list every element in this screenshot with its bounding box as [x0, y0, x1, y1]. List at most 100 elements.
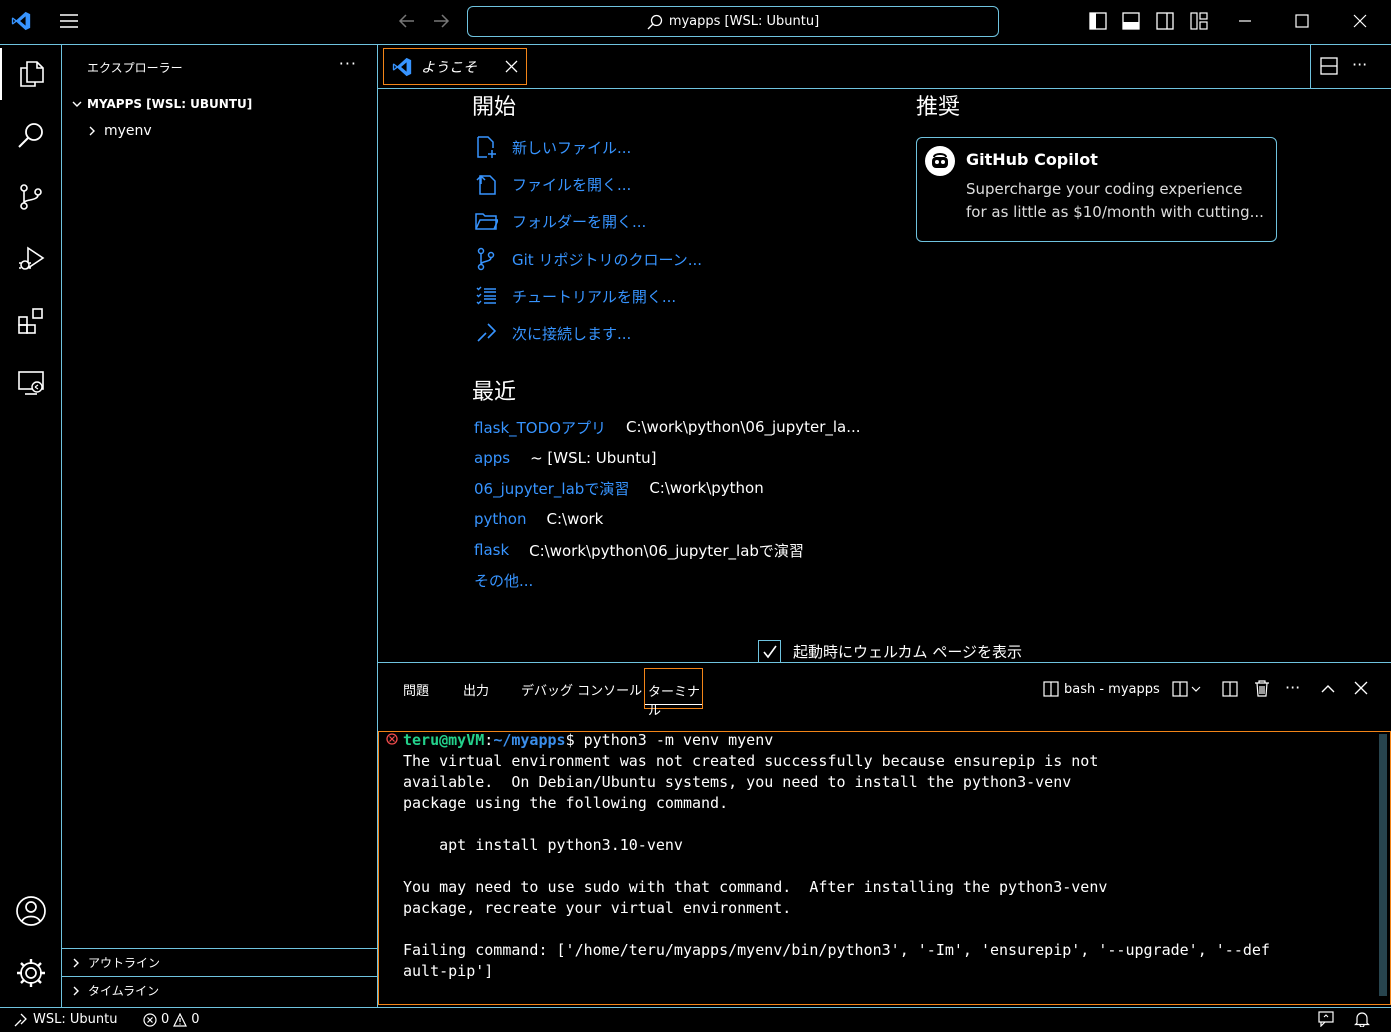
recent-item[interactable]: flask C:\work\python\06_jupyter_labで演習	[474, 538, 804, 562]
outline-section[interactable]: アウトライン	[62, 948, 377, 976]
start-tutorial[interactable]: チュートリアルを開く...	[474, 282, 676, 310]
settings-gear-icon[interactable]	[0, 947, 62, 999]
maximize-icon[interactable]	[1291, 10, 1313, 32]
split-editor-icon[interactable]	[1320, 57, 1338, 75]
tab-welcome[interactable]: ようこそ	[383, 48, 527, 85]
prompt-end: $	[565, 731, 584, 749]
forward-icon[interactable]	[430, 10, 452, 32]
recommend-heading: 推奨	[916, 95, 961, 120]
recent-item[interactable]: flask_TODOアプリ C:\work\python\06_jupyter_…	[474, 415, 861, 439]
extensions-icon[interactable]	[0, 295, 62, 347]
tab-label: ようこそ	[421, 59, 477, 76]
terminal-name[interactable]: bash - myapps	[1064, 682, 1160, 697]
toggle-secondary-sidebar-icon[interactable]	[1154, 10, 1176, 32]
error-icon	[143, 1012, 157, 1027]
close-window-icon[interactable]	[1349, 10, 1371, 32]
workspace-root[interactable]: MYAPPS [WSL: UBUNTU]	[62, 92, 377, 116]
tree-item-myenv[interactable]: myenv	[62, 119, 377, 143]
remote-indicator[interactable]: WSL: Ubuntu	[14, 1012, 117, 1027]
minimize-icon[interactable]	[1234, 10, 1256, 32]
editor-more-actions[interactable]: ···	[1352, 55, 1367, 74]
search-text: myapps [WSL: Ubuntu]	[668, 14, 820, 29]
search-icon[interactable]	[0, 110, 62, 162]
terminal-scrollbar[interactable]	[1379, 734, 1387, 996]
warning-count: 0	[191, 1012, 200, 1027]
terminal-prompt-line: teru@myVM:~/myapps$ python3 -m venv myen…	[403, 731, 773, 749]
kill-terminal-trash-icon[interactable]	[1254, 680, 1270, 697]
title-bar: myapps [WSL: Ubuntu]	[0, 0, 1391, 45]
outline-label: アウトライン	[88, 956, 161, 970]
checkmark-icon	[762, 645, 777, 658]
terminal-output-line: Failing command: ['/home/teru/myapps/mye…	[403, 941, 1270, 959]
tabs-divider	[1310, 45, 1311, 89]
sidebar-title: エクスプローラー	[87, 61, 183, 75]
new-terminal-split-icon[interactable]	[1172, 681, 1202, 697]
terminal-output-line: package using the following command.	[403, 794, 729, 812]
remote-label: WSL: Ubuntu	[33, 1012, 118, 1027]
source-control-icon[interactable]	[0, 171, 62, 223]
show-on-startup-label: 起動時にウェルカム ページを表示	[793, 643, 1023, 661]
prompt-path: ~/myapps	[493, 731, 566, 749]
warning-icon	[173, 1012, 188, 1027]
copilot-card[interactable]: GitHub Copilot Supercharge your coding e…	[916, 137, 1277, 242]
problems-indicator[interactable]: 0 0	[143, 1012, 200, 1027]
command-center-search[interactable]: myapps [WSL: Ubuntu]	[467, 6, 999, 37]
recent-more-label[interactable]: その他...	[474, 570, 533, 591]
tab-terminal[interactable]: ターミナル	[644, 668, 703, 719]
start-open-file[interactable]: ファイルを開く...	[474, 170, 631, 198]
toggle-panel-icon[interactable]	[1120, 10, 1142, 32]
error-count: 0	[161, 1012, 170, 1027]
recent-more-link[interactable]: その他...	[474, 568, 533, 592]
toggle-primary-sidebar-icon[interactable]	[1087, 10, 1109, 32]
recent-item-path: C:\work	[546, 510, 604, 528]
recent-item-name[interactable]: 06_jupyter_labで演習	[474, 478, 629, 499]
terminal-icon	[1043, 681, 1059, 697]
copilot-desc-2: for as little as $10/month with cutting.…	[966, 203, 1264, 221]
recent-item[interactable]: python C:\work	[474, 507, 603, 531]
explorer-icon[interactable]	[0, 48, 62, 100]
tab-problems[interactable]: 問題	[403, 680, 429, 699]
prompt-command: python3 -m venv myenv	[583, 731, 774, 749]
open-file-icon	[474, 172, 498, 196]
recent-item-name[interactable]: flask_TODOアプリ	[474, 417, 606, 438]
terminal-output-line: package, recreate your virtual environme…	[403, 899, 792, 917]
tab-output[interactable]: 出力	[463, 680, 489, 699]
feedback-icon[interactable]	[1318, 1011, 1334, 1027]
start-git-clone[interactable]: Git リポジトリのクローン...	[474, 245, 702, 273]
back-icon[interactable]	[396, 10, 418, 32]
recent-item[interactable]: apps ~ [WSL: Ubuntu]	[474, 446, 657, 470]
copilot-desc-1: Supercharge your coding experience	[966, 180, 1243, 198]
start-new-file[interactable]: 新しいファイル...	[474, 133, 631, 161]
command-error-decoration-icon[interactable]	[386, 733, 398, 745]
show-on-startup-checkbox[interactable]	[758, 640, 781, 663]
start-item-label: Git リポジトリのクローン...	[512, 250, 702, 269]
maximize-panel-chevron-up-icon[interactable]	[1320, 681, 1336, 697]
split-terminal-icon[interactable]	[1222, 681, 1238, 697]
run-debug-icon[interactable]	[0, 233, 62, 285]
timeline-section[interactable]: タイムライン	[62, 976, 377, 1004]
remote-icon	[14, 1013, 27, 1026]
menu-icon[interactable]	[58, 10, 80, 32]
recent-item-name[interactable]: apps	[474, 449, 510, 467]
new-file-icon	[474, 135, 498, 159]
chevron-right-icon	[68, 983, 84, 999]
start-heading: 開始	[472, 95, 517, 120]
notifications-bell-icon[interactable]	[1354, 1011, 1370, 1027]
remote-explorer-icon[interactable]	[0, 357, 62, 409]
explorer-sidebar: エクスプローラー ··· MYAPPS [WSL: UBUNTU] myenv …	[62, 45, 378, 1007]
vscode-logo-icon	[10, 10, 32, 32]
accounts-icon[interactable]	[0, 885, 62, 937]
close-panel-icon[interactable]	[1354, 681, 1368, 695]
sidebar-more-actions[interactable]: ···	[339, 54, 357, 73]
start-open-folder[interactable]: フォルダーを開く...	[474, 207, 646, 235]
chevron-right-icon	[68, 955, 84, 971]
start-item-label: チュートリアルを開く...	[512, 287, 677, 306]
close-tab-icon[interactable]	[505, 60, 518, 73]
start-remote-connect[interactable]: 次に接続します...	[474, 319, 631, 347]
tab-debug-console[interactable]: デバッグ コンソール	[521, 680, 642, 699]
recent-item-name[interactable]: flask	[474, 541, 509, 559]
customize-layout-icon[interactable]	[1188, 10, 1210, 32]
recent-item-name[interactable]: python	[474, 510, 526, 528]
panel-more-actions[interactable]: ···	[1285, 678, 1300, 697]
recent-item[interactable]: 06_jupyter_labで演習 C:\work\python	[474, 476, 764, 500]
